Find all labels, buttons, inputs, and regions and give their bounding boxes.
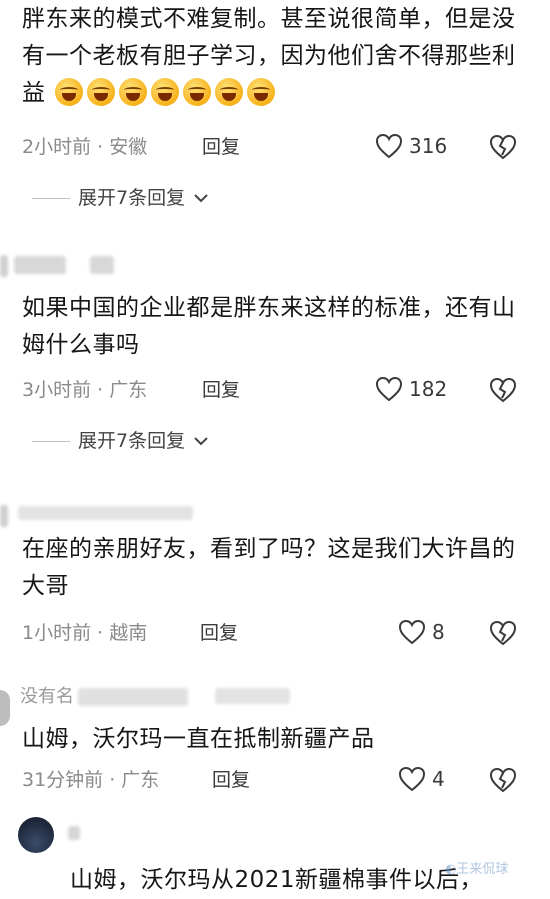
comment-text: 在座的亲朋好友，看到了吗？这是我们大许昌的大哥 — [22, 536, 516, 599]
like-button[interactable]: 8 — [398, 619, 445, 645]
like-button[interactable]: 316 — [375, 133, 447, 159]
expand-replies-label: 展开7条回复 — [78, 430, 186, 452]
broken-heart-icon — [489, 767, 517, 793]
reply-button[interactable]: 回复 — [212, 768, 250, 792]
username-blurred[interactable] — [18, 506, 193, 520]
avatar[interactable] — [0, 255, 8, 277]
watermark-icon: ◐ — [445, 862, 457, 877]
like-button[interactable]: 4 — [398, 766, 445, 792]
like-count: 316 — [409, 134, 448, 158]
broken-heart-icon — [489, 620, 517, 646]
dislike-button[interactable] — [488, 766, 518, 797]
expand-replies[interactable]: 展开7条回复 — [32, 186, 209, 210]
username-blurred — [68, 826, 80, 840]
chevron-down-icon — [194, 437, 208, 446]
comment-meta: 1小时前 · 越南 — [22, 622, 148, 644]
heart-icon — [398, 619, 426, 645]
broken-heart-icon — [489, 134, 517, 160]
like-count: 182 — [409, 377, 448, 401]
like-count: 4 — [432, 767, 445, 791]
reply-button[interactable]: 回复 — [202, 135, 240, 159]
username-blurred — [78, 688, 188, 706]
username-blurred[interactable] — [14, 256, 66, 274]
dislike-button[interactable] — [488, 133, 518, 164]
comment-meta: 3小时前 · 广东 — [22, 379, 148, 401]
avatar[interactable] — [0, 505, 8, 527]
laughing-emoji-icon — [215, 78, 244, 106]
broken-heart-icon — [489, 377, 517, 403]
watermark-text: 王来侃球 — [456, 862, 509, 877]
comment-meta: 2小时前 · 安徽 — [22, 136, 148, 158]
username[interactable]: 没有名 — [20, 686, 74, 708]
laughing-emoji-icon — [55, 78, 84, 106]
laughing-emoji-icon — [183, 78, 212, 106]
reply-button[interactable]: 回复 — [202, 378, 240, 402]
watermark: ◐王来侃球 — [445, 862, 508, 878]
dislike-button[interactable] — [488, 619, 518, 650]
laughing-emoji-icon — [247, 78, 276, 106]
heart-icon — [375, 376, 403, 402]
chevron-down-icon — [194, 194, 208, 203]
expand-replies-label: 展开7条回复 — [78, 187, 186, 209]
divider — [32, 197, 70, 199]
expand-replies[interactable]: 展开7条回复 — [32, 429, 209, 453]
dislike-button[interactable] — [488, 376, 518, 407]
heart-icon — [375, 133, 403, 159]
comment-text: 山姆，沃尔玛一直在抵制新疆产品 — [22, 726, 375, 752]
laughing-emoji-icon — [119, 78, 148, 106]
laughing-emoji-icon — [87, 78, 116, 106]
comment-text: 如果中国的企业都是胖东来这样的标准，还有山姆什么事吗 — [22, 295, 516, 358]
divider — [32, 440, 70, 442]
laughing-emoji-icon — [151, 78, 180, 106]
laugh-emoji-row — [48, 78, 280, 106]
like-button[interactable]: 182 — [375, 376, 447, 402]
heart-icon — [398, 766, 426, 792]
like-count: 8 — [432, 620, 445, 644]
comment-text: 胖东来的模式不难复制。甚至说很简单，但是没有一个老板有胆子学习，因为他们舍不得那… — [22, 1, 532, 112]
comment-meta: 31分钟前 · 广东 — [22, 769, 160, 791]
avatar[interactable] — [0, 690, 10, 726]
reply-button[interactable]: 回复 — [200, 621, 238, 645]
username-blurred — [90, 256, 114, 274]
username-blurred — [215, 688, 290, 704]
avatar[interactable] — [18, 817, 54, 853]
